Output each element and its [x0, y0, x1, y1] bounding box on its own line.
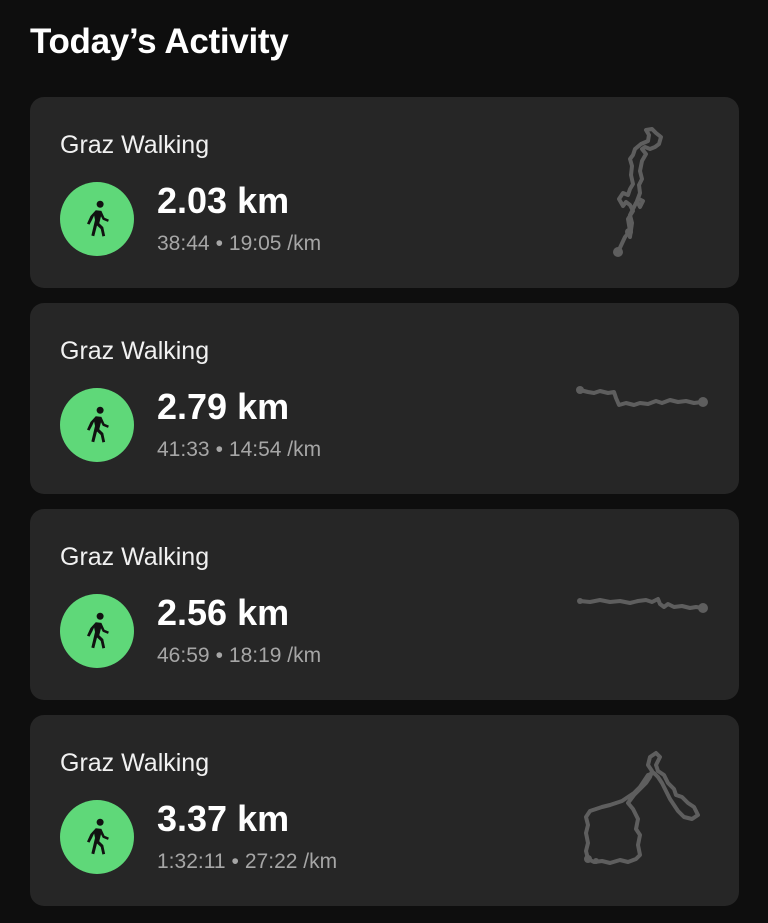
activity-card[interactable]: Graz Walking 2.03 km 38:44 • 19:05 /km: [30, 97, 739, 288]
activity-name: Graz Walking: [60, 749, 210, 777]
activity-name: Graz Walking: [60, 337, 210, 365]
page-title: Today’s Activity: [30, 22, 289, 61]
route-map-thumbnail: [584, 751, 700, 865]
activity-duration: 38:44: [157, 232, 210, 255]
walking-person-icon: [87, 406, 109, 443]
activity-name: Graz Walking: [60, 131, 210, 159]
activity-duration: 41:33: [157, 438, 210, 461]
stats-separator: •: [231, 850, 239, 873]
activity-distance: 3.37 km: [157, 798, 290, 839]
activity-type-badge: [60, 388, 134, 462]
activity-distance: 2.56 km: [157, 592, 290, 633]
activity-distance: 2.79 km: [157, 386, 290, 427]
activity-card[interactable]: Graz Walking 3.37 km 1:32:11 • 27:22 /km: [30, 715, 739, 906]
activity-duration: 1:32:11: [157, 850, 226, 873]
activity-stats: 38:44 • 19:05 /km: [157, 232, 321, 256]
stats-separator: •: [215, 232, 223, 255]
activity-duration: 46:59: [157, 644, 210, 667]
route-path: [578, 597, 705, 610]
activity-pace: 14:54 /km: [228, 438, 322, 461]
stats-separator: •: [215, 438, 223, 461]
activity-name: Graz Walking: [60, 543, 210, 571]
activity-stats: 46:59 • 18:19 /km: [157, 644, 321, 668]
activity-type-badge: [60, 594, 134, 668]
activity-pace: 18:19 /km: [228, 644, 322, 667]
activity-pace: 27:22 /km: [244, 850, 338, 873]
walking-person-icon: [87, 818, 109, 855]
activity-distance: 2.03 km: [157, 180, 290, 221]
activity-stats: 1:32:11 • 27:22 /km: [157, 850, 337, 874]
activity-type-badge: [60, 182, 134, 256]
activity-card[interactable]: Graz Walking 2.56 km 46:59 • 18:19 /km: [30, 509, 739, 700]
activity-type-badge: [60, 800, 134, 874]
stats-separator: •: [215, 644, 223, 667]
route-path: [584, 751, 700, 865]
walking-person-icon: [87, 612, 109, 649]
walking-person-icon: [87, 200, 109, 237]
activity-list: Graz Walking 2.03 km 38:44 • 19:05 /km Gra…: [30, 97, 739, 921]
route-map-thumbnail: [576, 386, 708, 407]
route-map-thumbnail: [577, 597, 708, 613]
activity-pace: 19:05 /km: [228, 232, 322, 255]
route-path: [578, 388, 704, 407]
route-path: [616, 127, 663, 254]
activity-stats: 41:33 • 14:54 /km: [157, 438, 321, 462]
activity-card[interactable]: Graz Walking 2.79 km 41:33 • 14:54 /km: [30, 303, 739, 494]
route-map-thumbnail: [613, 127, 663, 257]
